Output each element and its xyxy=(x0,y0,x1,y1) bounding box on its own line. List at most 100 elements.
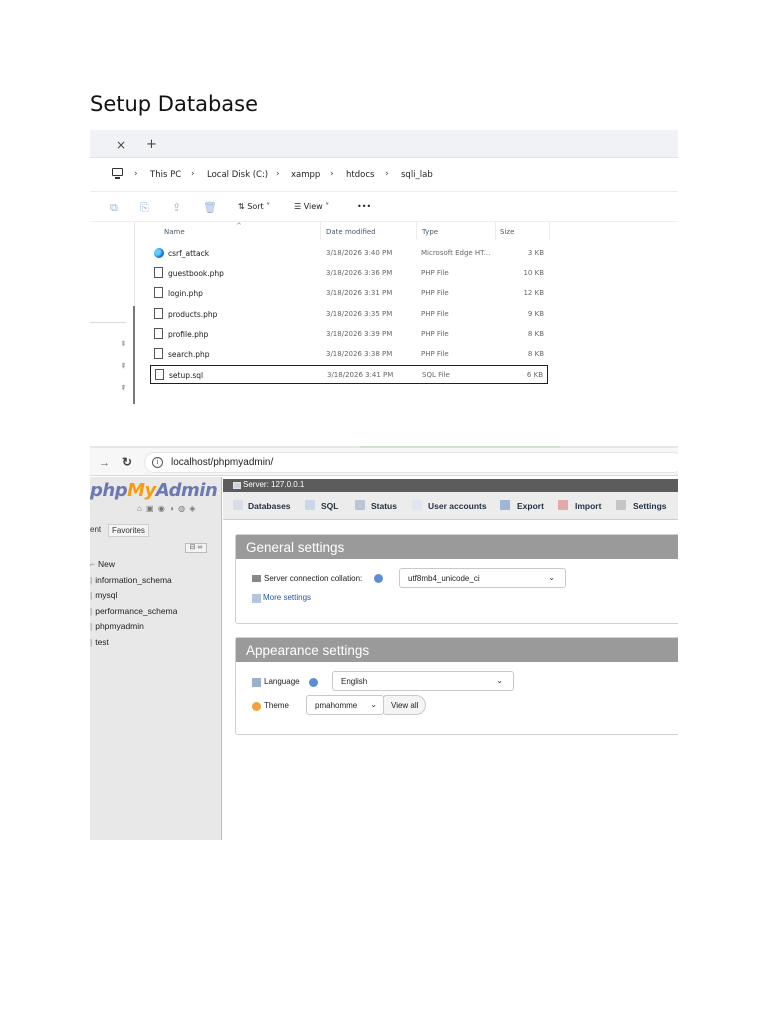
pin-icon: ✎ xyxy=(118,383,128,393)
breadcrumb-sqli-lab[interactable]: sqli_lab xyxy=(401,170,433,180)
column-header-name[interactable]: Name xyxy=(164,228,185,236)
navigation-pane-scrollbar[interactable] xyxy=(133,306,135,404)
file-name: csrf_attack xyxy=(168,249,210,258)
database-item[interactable]: | test xyxy=(90,637,109,647)
explorer-address-bar[interactable]: › This PC › Local Disk (C:) › xampp › ht… xyxy=(90,158,678,192)
more-options-button[interactable]: ••• xyxy=(357,202,371,211)
new-tab-button[interactable]: + xyxy=(146,137,157,152)
file-row[interactable]: profile.php 3/18/2026 3:39 PM PHP File 8 KB xyxy=(150,325,548,344)
chevron-right-icon: › xyxy=(330,169,334,179)
file-date: 3/18/2026 3:41 PM xyxy=(327,371,394,380)
pma-navigation-panel: phpMyAdmin ⌂ ▣ ◉ ◑ ◍ ◈ ent Favorites ⊟ ∞… xyxy=(90,477,222,840)
database-item[interactable]: | information_schema xyxy=(90,575,172,585)
general-settings-heading: General settings xyxy=(236,535,678,559)
file-date: 3/18/2026 3:40 PM xyxy=(326,249,393,257)
explorer-toolbar: ⧉ ⎘ ⇪ 🗑 ⇅ Sort ˅ ☰ View ˅ ••• xyxy=(90,192,678,222)
collapse-all-button[interactable]: ⊟ ∞ xyxy=(185,543,207,553)
collation-label: Server connection collation: xyxy=(264,574,363,583)
file-icon xyxy=(154,287,163,299)
view-button[interactable]: ☰ View ˅ xyxy=(294,202,329,211)
language-select[interactable]: English ⌄ xyxy=(332,671,514,691)
chevron-right-icon: › xyxy=(134,169,138,179)
tree-connector-icon: | xyxy=(90,621,93,631)
cut-icon[interactable]: ⧉ xyxy=(110,201,118,215)
database-name: information_schema xyxy=(95,574,172,585)
delete-icon[interactable]: 🗑 xyxy=(203,201,217,214)
edge-icon xyxy=(154,248,164,258)
tab-status[interactable]: Status xyxy=(371,501,397,511)
column-divider[interactable] xyxy=(320,222,321,240)
quick-icons[interactable]: ⌂ ▣ ◉ ◑ ◍ ◈ xyxy=(137,504,196,513)
document-title: Setup Database xyxy=(90,92,258,116)
chevron-down-icon: ⌄ xyxy=(496,676,503,685)
file-row[interactable]: search.php 3/18/2026 3:38 PM PHP File 8 KB xyxy=(150,345,548,364)
copy-icon[interactable]: ⎘ xyxy=(140,201,149,215)
wrench-icon xyxy=(616,500,626,510)
new-database-item[interactable]: ⌐ New xyxy=(90,559,115,569)
breadcrumb-htdocs[interactable]: htdocs xyxy=(346,170,374,180)
info-icon[interactable]: i xyxy=(152,457,163,468)
database-name: New xyxy=(97,559,115,569)
file-size: 10 KB xyxy=(523,269,544,278)
column-divider[interactable] xyxy=(549,222,550,240)
forward-button[interactable]: → xyxy=(99,457,110,469)
favorites-tab[interactable]: Favorites xyxy=(108,524,149,537)
column-header-size[interactable]: Size xyxy=(500,228,514,236)
sort-button[interactable]: ⇅ Sort ˅ xyxy=(238,202,270,211)
view-all-themes-button[interactable]: View all xyxy=(383,695,427,715)
sort-ascending-icon: ^ xyxy=(236,222,242,230)
tab-databases[interactable]: Databases xyxy=(248,501,291,511)
database-name: phpmyadmin xyxy=(95,621,144,631)
file-size: 3 KB xyxy=(527,249,544,257)
column-divider[interactable] xyxy=(495,222,496,240)
more-settings-link[interactable]: More settings xyxy=(263,593,311,602)
chevron-down-icon: ⌄ xyxy=(548,573,555,582)
collation-icon xyxy=(252,575,261,582)
tab-user-accounts[interactable]: User accounts xyxy=(428,501,487,511)
column-header-date[interactable]: Date modified xyxy=(326,228,376,236)
server-label[interactable]: Server: 127.0.0.1 xyxy=(243,480,304,489)
phpmyadmin-screenshot: → ↻ i localhost/phpmyadmin/ phpMyAdmin ⌂… xyxy=(90,446,678,840)
address-bar[interactable]: i localhost/phpmyadmin/ xyxy=(144,452,678,473)
theme-select[interactable]: pmahomme ⌄ xyxy=(306,695,384,715)
file-size: 8 KB xyxy=(527,350,544,358)
file-row[interactable]: products.php 3/18/2026 3:35 PM PHP File 9 K… xyxy=(150,305,548,324)
help-icon[interactable] xyxy=(374,574,383,583)
tab-import[interactable]: Import xyxy=(575,501,601,511)
file-icon xyxy=(154,327,163,339)
wrench-icon xyxy=(252,594,261,603)
breadcrumb-this-pc[interactable]: This PC xyxy=(150,170,181,180)
database-item[interactable]: | performance_schema xyxy=(90,606,177,616)
breadcrumb-xampp[interactable]: xampp xyxy=(291,170,320,180)
column-header-type[interactable]: Type xyxy=(422,228,438,236)
tree-connector-icon: | xyxy=(90,574,93,585)
close-tab-button[interactable]: × xyxy=(116,138,126,152)
browser-toolbar: → ↻ i localhost/phpmyadmin/ xyxy=(90,448,678,476)
database-name: test xyxy=(95,636,109,647)
pma-top-menu: Databases SQL Status User accounts Expor… xyxy=(223,492,678,520)
tree-connector-icon: | xyxy=(90,605,93,616)
breadcrumb-local-disk[interactable]: Local Disk (C:) xyxy=(207,170,268,180)
file-row[interactable]: csrf_attack 3/18/2026 3:40 PM Microsoft Ed… xyxy=(150,244,548,263)
tab-settings[interactable]: Settings xyxy=(633,501,667,511)
phpmyadmin-logo[interactable]: phpMyAdmin xyxy=(90,480,218,501)
file-row[interactable]: setup.sql 3/18/2026 3:41 PM SQL File 6 KB xyxy=(150,365,548,385)
collation-select[interactable]: utf8mb4_unicode_ci ⌄ xyxy=(399,568,566,588)
column-divider[interactable] xyxy=(416,222,417,240)
tab-sql[interactable]: SQL xyxy=(321,501,338,511)
file-date: 3/18/2026 3:35 PM xyxy=(326,309,393,318)
tab-export[interactable]: Export xyxy=(517,501,544,511)
general-settings-panel: General settings Server connection colla… xyxy=(235,534,678,624)
view-icon: ☰ xyxy=(294,202,304,211)
file-row[interactable]: login.php 3/18/2026 3:31 PM PHP File 12 KB xyxy=(150,284,548,303)
database-item[interactable]: | mysql xyxy=(90,590,117,600)
appearance-settings-heading: Appearance settings xyxy=(236,638,678,662)
file-size: 8 KB xyxy=(527,329,544,338)
share-icon[interactable]: ⇪ xyxy=(172,201,181,214)
file-row[interactable]: guestbook.php 3/18/2026 3:36 PM PHP File 10… xyxy=(150,264,548,283)
help-icon[interactable] xyxy=(309,678,318,687)
reload-button[interactable]: ↻ xyxy=(122,455,132,469)
recent-tab[interactable]: ent xyxy=(90,525,101,534)
database-item[interactable]: | phpmyadmin xyxy=(90,621,144,631)
file-name: profile.php xyxy=(168,329,209,339)
